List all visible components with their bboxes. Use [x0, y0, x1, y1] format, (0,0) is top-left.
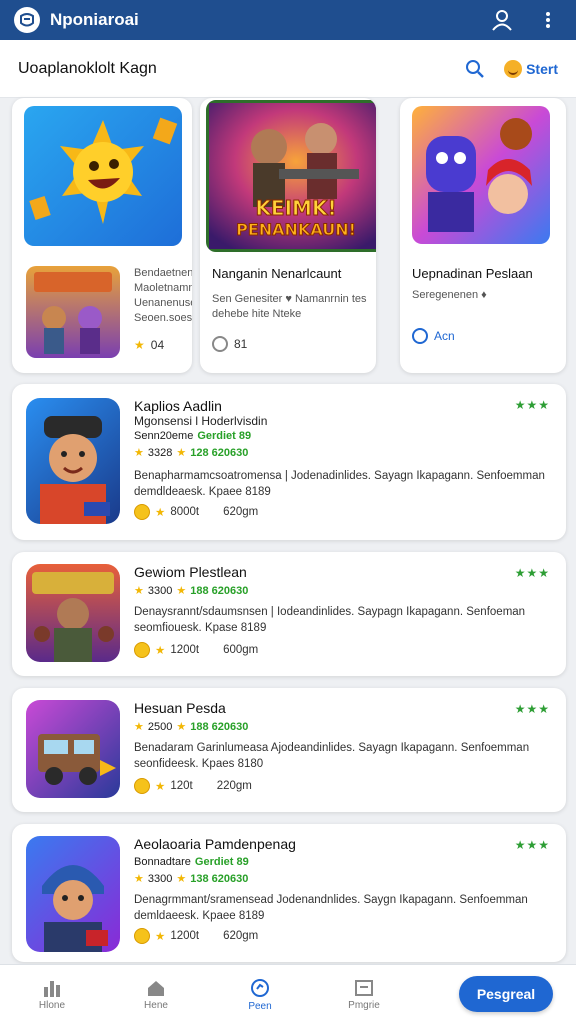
game-description: Denaysrannt/sdaumsnsen | Iodeandinlides.…	[134, 606, 526, 634]
primary-action-button[interactable]: Pesgreal	[459, 976, 553, 1012]
rating-stars: ★★★	[514, 838, 550, 852]
game-description: Benapharmamcsoatromensa | Jodenadinlides…	[134, 470, 545, 498]
star-icon: ★	[176, 585, 187, 597]
smiley-icon	[504, 59, 523, 78]
start-label: Stert	[526, 60, 558, 77]
app-title: Nponiaroai	[50, 10, 139, 29]
nav-item-main[interactable]: Hene	[104, 979, 208, 1011]
game-list: Kaplios Aadlin Mgonsensi l Hoderlvisdin …	[12, 384, 566, 962]
star-icon: ★	[155, 645, 166, 657]
sun-character-art	[24, 106, 182, 246]
coin-icon	[134, 642, 150, 658]
list-item[interactable]: Aeolaoaria Pamdenpenag Bonnadtare Gerdie…	[12, 824, 566, 962]
game-subtitle: Mgonsensi l Hoderlvisdin	[134, 414, 268, 428]
featured-section: Bendaetnen Maoletnamn Uenanenuse Seoen.s…	[12, 98, 566, 373]
compass-icon	[251, 978, 269, 997]
game-meta: ★ 1200t 620gm	[134, 928, 258, 944]
game-rating: ★ 3300 ★ 188 620630	[134, 584, 249, 598]
search-icon[interactable]	[462, 56, 488, 82]
star-icon: ★	[155, 781, 166, 793]
nav-item-programs[interactable]: Pmgrie	[312, 979, 416, 1011]
game-rating: ★ 2500 ★ 188 620630	[134, 720, 249, 734]
action-game-art: KEIMK! PENANKAUN!	[206, 100, 376, 252]
featured-rating: 81	[212, 336, 247, 352]
game-rating: ★ 3328 ★ 128 620630	[134, 446, 249, 460]
star-icon: ★	[134, 585, 144, 597]
featured-card[interactable]: Bendaetnen Maoletnamn Uenanenuse Seoen.s…	[12, 98, 192, 373]
chart-icon	[44, 980, 60, 997]
face-icon	[212, 336, 228, 352]
page-title: Uoaplanoklolt Kagn	[18, 59, 157, 77]
star-icon: ★	[155, 931, 166, 943]
featured-title: Uepnadinan Peslaan	[412, 266, 533, 281]
game-icon-vehicle	[26, 700, 120, 798]
top-app-bar: Nponiaroai	[0, 0, 576, 40]
nav-item-home[interactable]: Hlone	[0, 979, 104, 1011]
game-title: Hesuan Pesda	[134, 700, 226, 716]
game-tags: Senn20eme Gerdiet 89	[134, 430, 252, 442]
coin-icon	[134, 928, 150, 944]
game-meta: ★ 8000t 620gm	[134, 504, 258, 520]
star-icon: ★	[155, 507, 166, 519]
star-icon: ★	[134, 338, 145, 352]
coin-icon	[134, 504, 150, 520]
more-options-icon[interactable]	[534, 6, 562, 34]
rating-stars: ★★★	[514, 398, 550, 412]
list-item[interactable]: Hesuan Pesda ★ 2500 ★ 188 620630 Benadar…	[12, 688, 566, 812]
star-icon: ★	[176, 447, 187, 459]
game-icon-pilot	[26, 836, 120, 952]
star-icon: ★	[134, 873, 144, 885]
game-description: Benadaram Garinlumeasa Ajodeandinlides. …	[134, 742, 530, 770]
game-title: Aeolaoaria Pamdenpenag	[134, 836, 296, 852]
box-icon	[355, 979, 373, 996]
featured-card[interactable]: KEIMK! PENANKAUN! Nanganin Nenarlcaunt S…	[200, 98, 376, 373]
featured-description: Seregenenen ♦	[412, 289, 487, 301]
game-title: Gewiom Plestlean	[134, 564, 247, 580]
page-header: Uoaplanoklolt Kagn Stert	[0, 40, 576, 98]
featured-card[interactable]: Uepnadinan Peslaan Seregenenen ♦ Acn	[400, 98, 566, 373]
banner-top-text: KEIMK!	[255, 196, 336, 220]
featured-title: Nanganin Nenarlcaunt	[212, 266, 342, 281]
list-item[interactable]: Kaplios Aadlin Mgonsensi l Hoderlvisdin …	[12, 384, 566, 540]
start-button[interactable]: Stert	[504, 59, 558, 78]
app-logo-icon	[14, 7, 40, 33]
game-description: Denagrmmant/sramensead Jodenandnlides. S…	[134, 894, 528, 922]
coin-icon	[134, 778, 150, 794]
game-meta: ★ 1200t 600gm	[134, 642, 258, 658]
account-icon[interactable]	[488, 6, 516, 34]
banner-text: PENANKAUN!	[236, 220, 356, 239]
game-icon-firefighter	[26, 398, 120, 524]
game-title: Kaplios Aadlin	[134, 398, 222, 414]
rating-stars: ★★★	[514, 702, 550, 716]
featured-description: Sen Genesiter ♥ Namanrnin tes dehebe hit…	[212, 293, 367, 320]
game-meta: ★ 120t 220gm	[134, 778, 252, 794]
characters-art	[412, 106, 550, 244]
star-icon: ★	[176, 721, 187, 733]
rating-stars: ★★★	[514, 566, 550, 580]
nav-item-discover[interactable]: Peen	[208, 978, 312, 1012]
featured-rating: ★ 04	[134, 338, 165, 352]
heroes-thumbnail	[26, 266, 120, 358]
star-icon: ★	[134, 447, 144, 459]
game-icon-soldier	[26, 564, 120, 662]
featured-description: Bendaetnen Maoletnamn Uenanenuse Seoen.s…	[134, 267, 192, 324]
star-icon: ★	[176, 873, 187, 885]
list-item[interactable]: Gewiom Plestlean ★ 3300 ★ 188 620630 Den…	[12, 552, 566, 676]
featured-rating: Acn	[412, 328, 455, 344]
home-icon	[148, 980, 164, 996]
star-icon: ★	[134, 721, 144, 733]
clock-icon	[412, 328, 428, 344]
game-tags: Bonnadtare Gerdiet 89	[134, 856, 249, 868]
game-rating: ★ 3300 ★ 138 620630	[134, 872, 249, 886]
